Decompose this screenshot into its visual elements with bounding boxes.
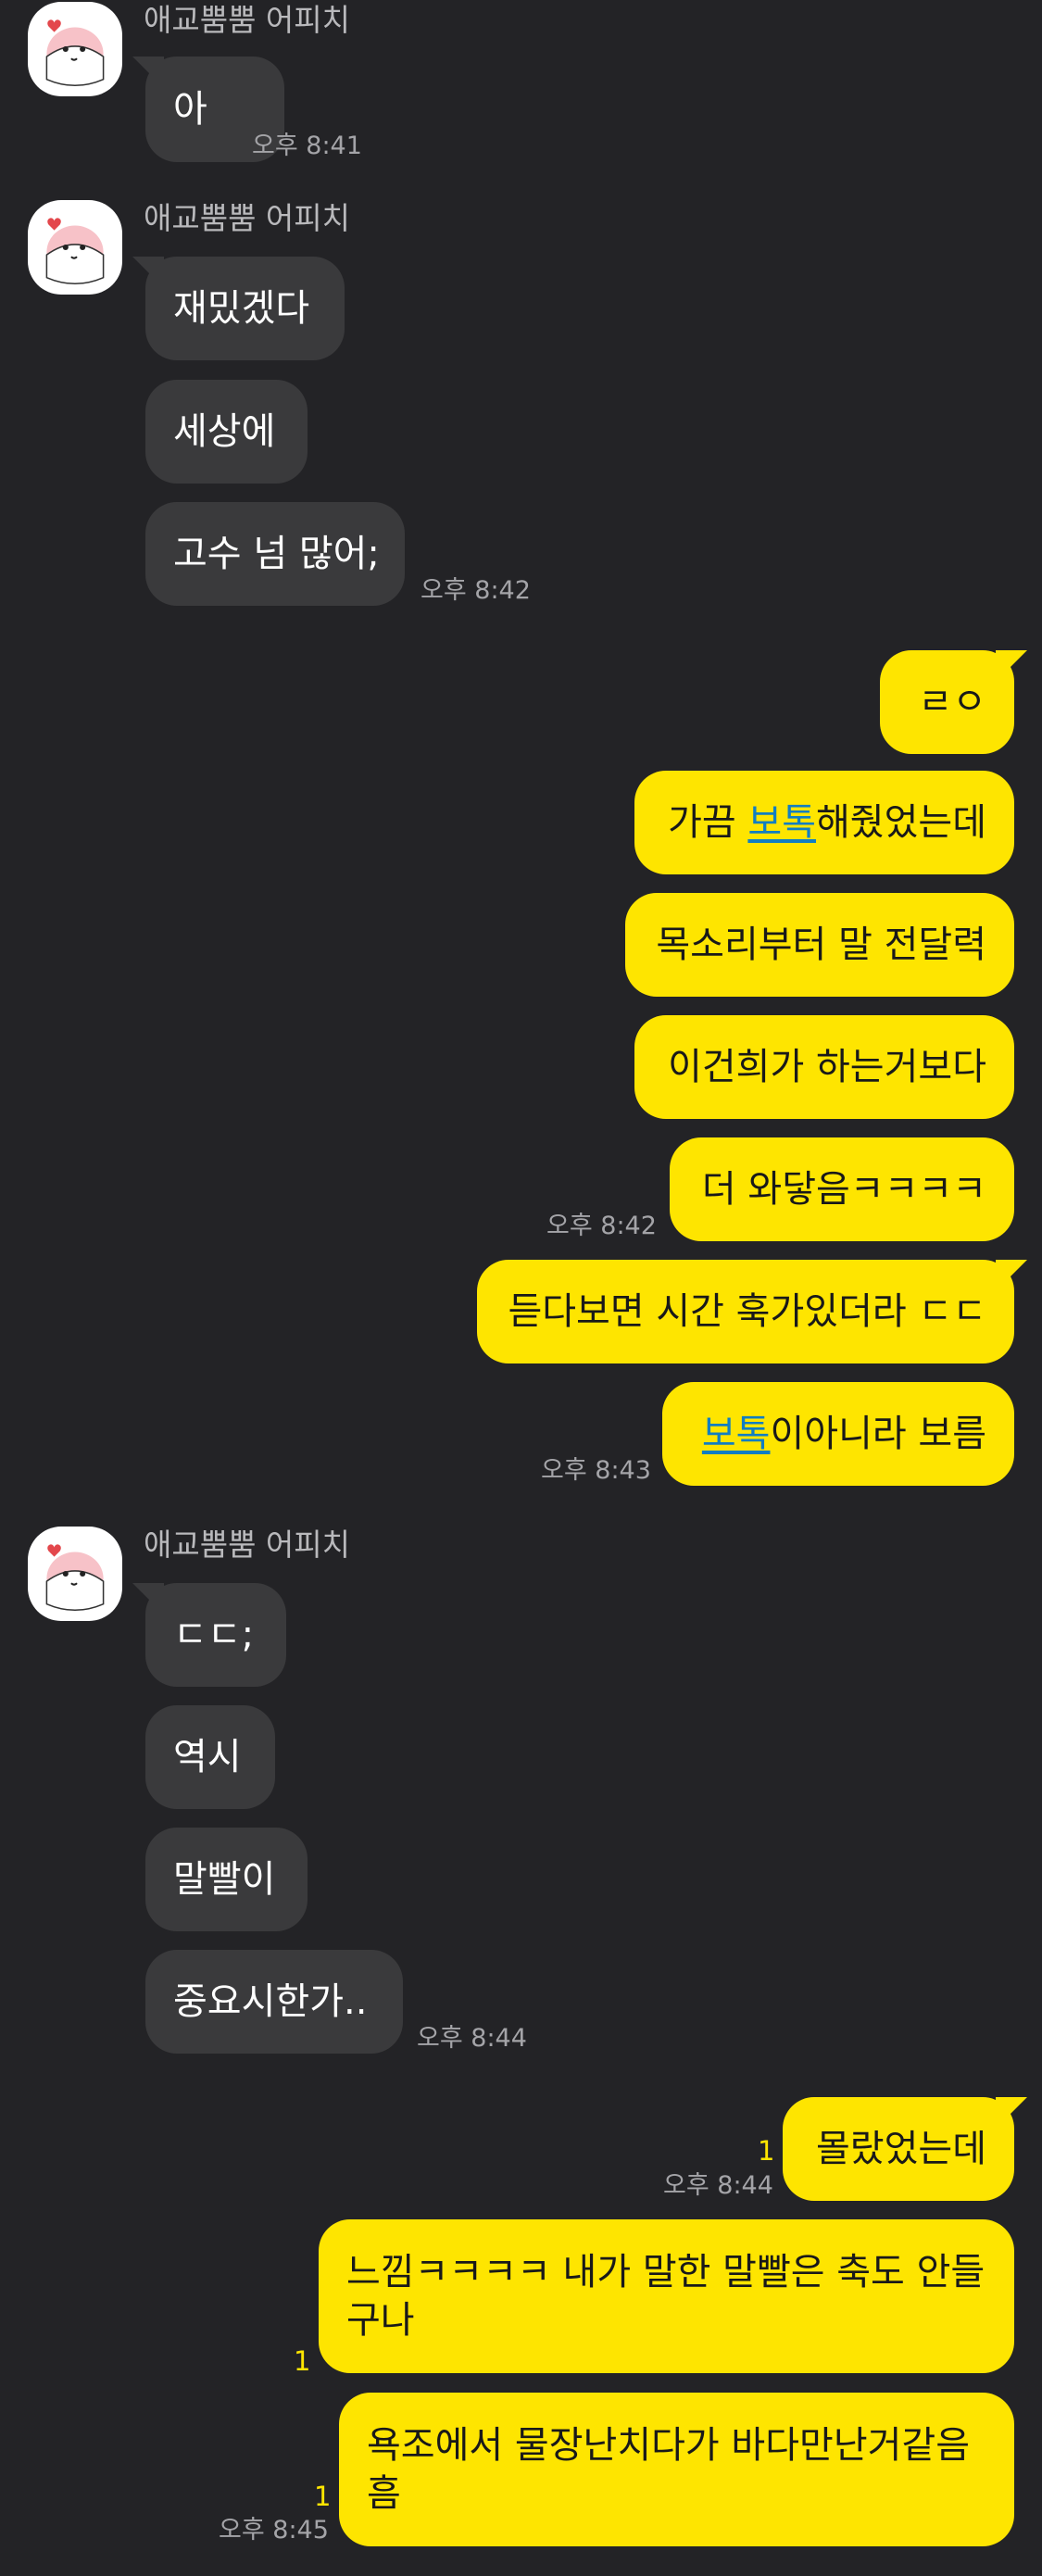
message-text: 보톡이아니라 보름 [702, 1410, 986, 1458]
bubble-tail [996, 650, 1027, 682]
message-bubble[interactable]: 몰랐었는데 [783, 2097, 1027, 2201]
message-bubble[interactable]: 보톡이아니라 보름 [662, 1382, 1014, 1486]
message-text: 이건희가 하는거보다 [668, 1046, 986, 1088]
message-text-part: 해줬었는데 [816, 801, 986, 844]
message-text: 느낌ㅋㅋㅋㅋ 내가 말한 말빨은 축도 안들구나 [346, 2251, 986, 2342]
unread-count: 1 [294, 2345, 311, 2377]
message-text: 듣다보면 시간 훅가있더라 ㄷㄷ [508, 1290, 986, 1333]
message-time: 오후 8:44 [417, 2024, 527, 2053]
bubble-tail [996, 2097, 1027, 2129]
message-text: 역시 [173, 1736, 242, 1778]
message-text: 가끔 보톡해줬었는데 [668, 798, 986, 847]
message-bubble[interactable]: 듣다보면 시간 훅가있더라 ㄷㄷ [477, 1260, 1027, 1363]
bubble-tail [132, 57, 164, 88]
message-text: ㄹㅇ [918, 681, 986, 723]
message-time: 오후 8:41 [252, 132, 362, 160]
message-text: 욕조에서 물장난치다가 바다만난거같음흠 [367, 2424, 971, 2515]
message-bubble[interactable]: 말빨이 [145, 1828, 308, 1931]
message-text: 말빨이 [173, 1858, 276, 1901]
message-text: 몰랐었는데 [816, 2128, 986, 2170]
message-link[interactable]: 보톡 [702, 1413, 771, 1455]
message-time: 오후 8:43 [541, 1456, 651, 1485]
message-text-part: 이아니라 보름 [770, 1413, 986, 1455]
message-bubble[interactable]: 재밌겠다 [132, 257, 345, 360]
message-bubble[interactable]: 더 와닿음ㅋㅋㅋㅋ [670, 1137, 1014, 1241]
message-bubble[interactable]: 중요시한가.. [145, 1950, 403, 2054]
message-time: 오후 8:45 [219, 2516, 329, 2545]
message-text-part: 가끔 [668, 801, 748, 844]
sender-name: 애교뿜뿜 어피치 [144, 1527, 351, 1563]
sender-name: 애교뿜뿜 어피치 [144, 2, 351, 38]
avatar-icon[interactable] [28, 200, 122, 295]
message-bubble[interactable]: 역시 [145, 1705, 275, 1809]
sender-name: 애교뿜뿜 어피치 [144, 200, 351, 236]
message-time: 오후 8:42 [421, 576, 531, 605]
unread-count: 1 [758, 2135, 775, 2167]
message-bubble[interactable]: 세상에 [145, 380, 308, 484]
message-bubble[interactable]: 고수 넘 많어; [145, 502, 405, 606]
avatar-icon[interactable] [28, 1527, 122, 1621]
unread-count: 1 [314, 2481, 332, 2512]
bubble-tail [132, 1583, 164, 1615]
message-bubble[interactable]: 욕조에서 물장난치다가 바다만난거같음흠 [339, 2393, 1014, 2546]
message-link[interactable]: 보톡 [747, 801, 816, 844]
message-text: 고수 넘 많어; [173, 533, 380, 575]
message-bubble[interactable]: 가끔 보톡해줬었는데 [634, 771, 1014, 874]
bubble-tail [132, 257, 164, 288]
message-text: 더 와닿음ㅋㅋㅋㅋ [701, 1168, 986, 1211]
message-bubble[interactable]: ㄷㄷ; [132, 1583, 286, 1687]
message-text: 목소리부터 말 전달력 [656, 924, 986, 966]
message-text: 아 [173, 88, 207, 131]
message-text: 세상에 [173, 410, 276, 453]
bubble-tail [996, 1260, 1027, 1291]
message-bubble[interactable]: 이건희가 하는거보다 [634, 1015, 1014, 1119]
message-time: 오후 8:42 [546, 1212, 657, 1240]
message-time: 오후 8:44 [663, 2171, 773, 2200]
message-bubble[interactable]: 느낌ㅋㅋㅋㅋ 내가 말한 말빨은 축도 안들구나 [319, 2219, 1014, 2373]
message-text: ㄷㄷ; [173, 1614, 255, 1656]
message-bubble[interactable]: 목소리부터 말 전달력 [625, 893, 1014, 997]
avatar-icon[interactable] [28, 2, 122, 96]
message-text: 재밌겠다 [173, 287, 310, 330]
message-text: 중요시한가.. [173, 1980, 368, 2023]
message-bubble[interactable]: ㄹㅇ [880, 650, 1027, 754]
